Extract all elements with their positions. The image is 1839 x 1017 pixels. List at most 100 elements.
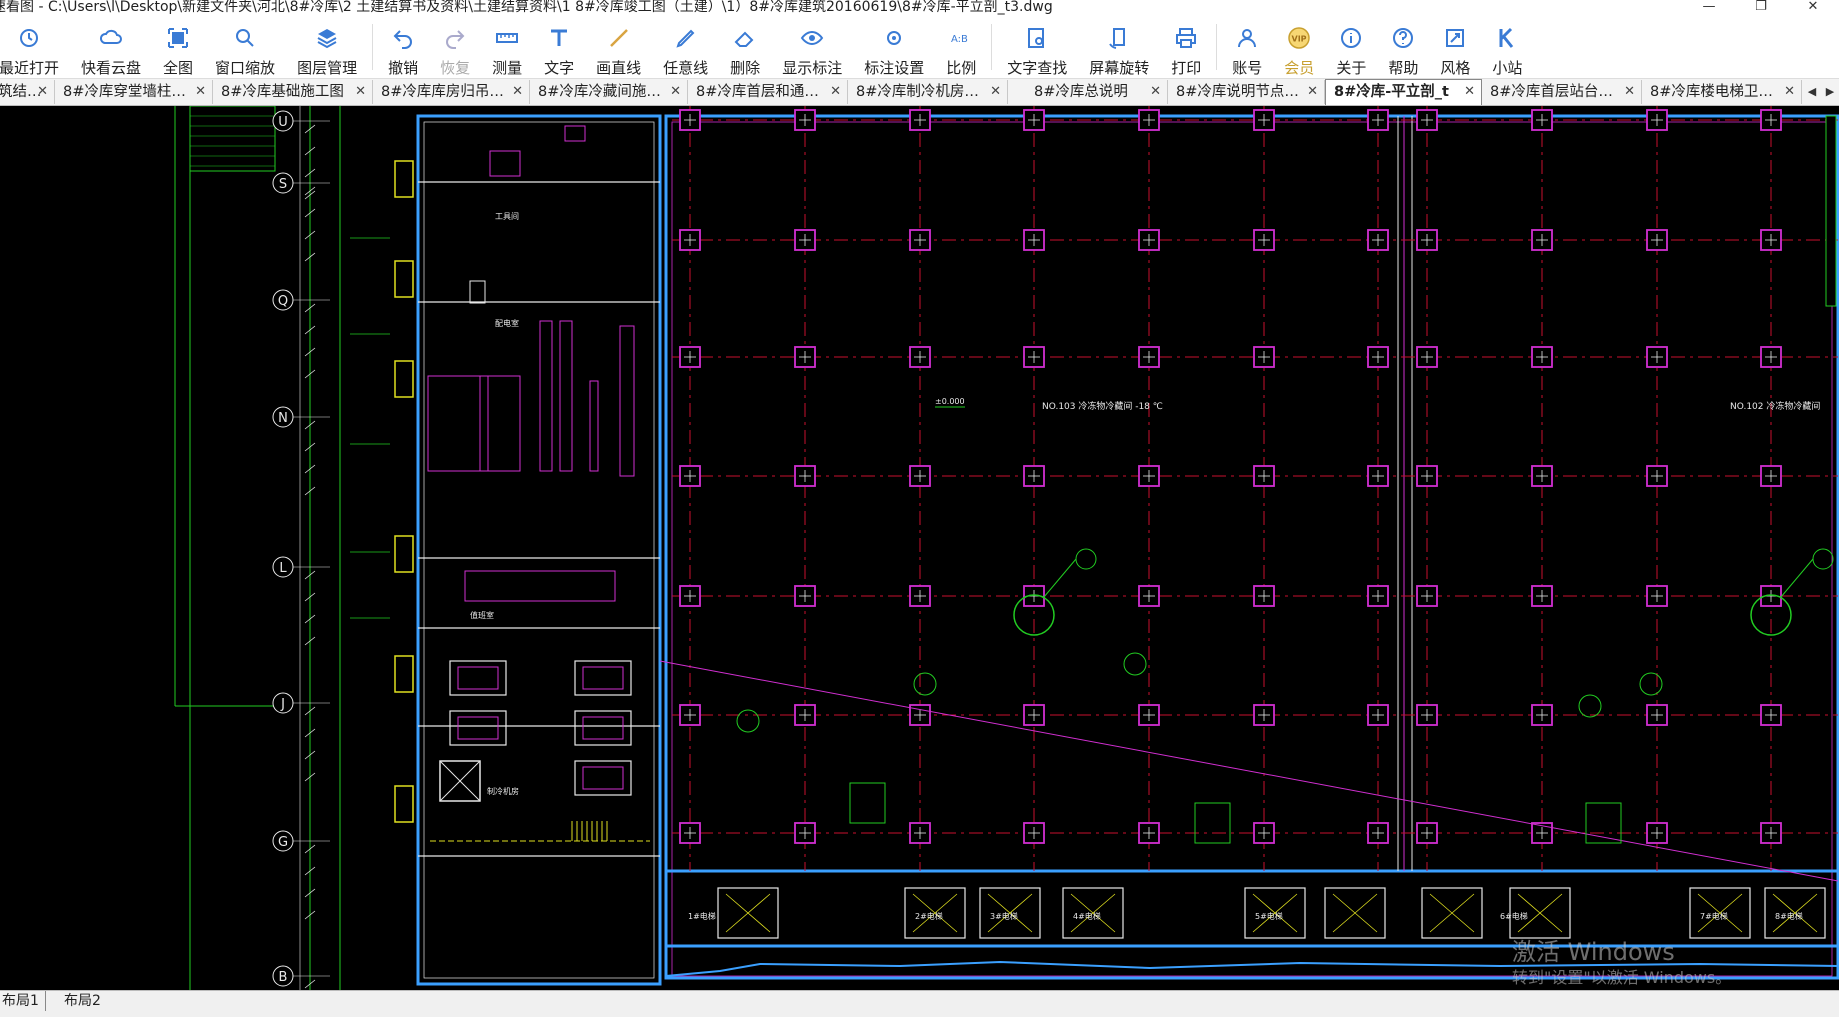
tab-document[interactable]: 8#冷库说明节点… ✕: [1168, 80, 1325, 104]
room-label: 制冷机房: [487, 786, 519, 796]
text-button[interactable]: 文字: [533, 18, 585, 78]
annotation-settings-icon: [881, 25, 907, 51]
tool-label: 测量: [492, 59, 523, 77]
close-icon[interactable]: ✕: [512, 80, 523, 104]
tab-document[interactable]: 8#冷库制冷机房… ✕: [848, 80, 1008, 104]
tool-label: 窗口缩放: [215, 59, 276, 77]
close-icon[interactable]: ✕: [1150, 80, 1161, 104]
elevator-label: 2#电梯: [915, 911, 943, 921]
tab-label: 8#冷库库房归吊…: [381, 84, 504, 100]
measure-button[interactable]: 测量: [481, 18, 533, 78]
tool-label: 会员: [1284, 59, 1315, 77]
tab-document[interactable]: 8#冷库楼电梯卫… ✕: [1642, 80, 1802, 104]
maximize-button[interactable]: ❐: [1735, 0, 1787, 16]
about-button[interactable]: 关于: [1325, 18, 1377, 78]
close-icon[interactable]: ✕: [355, 80, 366, 104]
tab-document[interactable]: 8#冷库穿堂墙柱… ✕: [55, 80, 213, 104]
door-marker: [394, 785, 414, 823]
cloud-icon: [98, 25, 124, 51]
redo-button[interactable]: 恢复: [429, 18, 481, 78]
rotate-screen-button[interactable]: 屏幕旋转: [1078, 18, 1160, 78]
equipment-inner: [457, 666, 499, 690]
room-label: 工具间: [495, 212, 519, 221]
title-bar: 速看图 - C:\Users\l\Desktop\新建文件夹\河北\8#冷库\2…: [0, 0, 1839, 16]
tab-document[interactable]: 8#冷库库房归吊… ✕: [373, 80, 530, 104]
draw-line-button[interactable]: 画直线: [585, 18, 652, 78]
elevator-label: 8#电梯: [1775, 911, 1803, 921]
show-annotation-button[interactable]: 显示标注: [771, 18, 853, 78]
vip-button[interactable]: VIP 会员: [1273, 18, 1325, 78]
close-icon[interactable]: ✕: [1624, 80, 1635, 104]
help-button[interactable]: 帮助: [1377, 18, 1429, 78]
layout-tab-1[interactable]: 布局1: [0, 991, 46, 1011]
tab-scroll-left-icon[interactable]: ◀: [1803, 79, 1821, 105]
close-icon[interactable]: ✕: [1464, 80, 1475, 104]
detail-callout-leader: [1780, 558, 1814, 598]
callout-bubble: [913, 672, 937, 696]
print-button[interactable]: 打印: [1160, 18, 1212, 78]
cloud-disk-button[interactable]: 快看云盘: [70, 18, 152, 78]
panel: [539, 320, 553, 472]
undo-button[interactable]: 撤销: [377, 18, 429, 78]
building-left-wall: [416, 114, 662, 986]
door-marker: [394, 260, 414, 298]
close-icon[interactable]: ✕: [1784, 80, 1795, 104]
text-search-icon: [1024, 25, 1050, 51]
elevator-label: 7#电梯: [1700, 911, 1728, 921]
close-icon[interactable]: ✕: [990, 80, 1001, 104]
tab-document[interactable]: 8#冷库基础施工图 ✕: [213, 80, 373, 104]
window-controls: — ❐ ✕: [1683, 0, 1839, 16]
tab-label: 8#冷库制冷机房…: [856, 84, 979, 100]
recent-open-button[interactable]: 最近打开: [0, 18, 70, 78]
printer-icon: [1173, 25, 1199, 51]
close-button[interactable]: ✕: [1787, 0, 1839, 16]
tool-label: 比例: [946, 59, 977, 77]
panel: [479, 375, 521, 472]
fixture: [489, 150, 521, 177]
close-icon[interactable]: ✕: [37, 80, 48, 104]
fit-all-button[interactable]: 全图: [152, 18, 204, 78]
tab-document[interactable]: 8#冷库总说明 ✕: [1008, 80, 1168, 104]
tab-document[interactable]: 8#冷库冷藏间施… ✕: [530, 80, 688, 104]
close-icon[interactable]: ✕: [195, 80, 206, 104]
tab-document[interactable]: 筑结… ✕: [0, 80, 55, 104]
tab-document[interactable]: 8#冷库首层站台… ✕: [1482, 80, 1642, 104]
close-icon[interactable]: ✕: [830, 80, 841, 104]
mini-site-button[interactable]: 小站: [1481, 18, 1533, 78]
text-search-button[interactable]: 文字查找: [996, 18, 1078, 78]
tool-label: 撤销: [388, 59, 419, 77]
room-name-label: NO.102 冷冻物冷藏间: [1730, 400, 1820, 412]
tab-scroll-right-icon[interactable]: ▶: [1821, 79, 1839, 105]
scale-button[interactable]: A:B 比例: [935, 18, 987, 78]
axis-label: S: [279, 177, 287, 192]
layout-tab-2[interactable]: 布局2: [58, 991, 107, 1011]
close-icon[interactable]: ✕: [670, 80, 681, 104]
callout-bubble: [1578, 694, 1602, 718]
room-name-label: NO.103 冷冻物冷藏间 -18 ℃: [1042, 400, 1163, 412]
panel: [589, 380, 599, 472]
cad-drawing[interactable]: U S Q N L J G B 工具间配电室值班室制冷机房 NO.103 冷冻物冷藏间 -18 ℃…: [0, 106, 1839, 990]
info-icon: [1338, 25, 1364, 51]
minimize-button[interactable]: —: [1683, 0, 1735, 16]
door-marker: [394, 160, 414, 198]
tool-label: 屏幕旋转: [1089, 59, 1150, 77]
style-button[interactable]: 风格: [1429, 18, 1481, 78]
elevator-label: 3#电梯: [990, 911, 1018, 921]
tool-label: 删除: [730, 59, 761, 77]
tab-document[interactable]: 8#冷库首层和通… ✕: [688, 80, 848, 104]
close-icon[interactable]: ✕: [1307, 80, 1318, 104]
main-toolbar: 最近打开 快看云盘 全图 窗口缩放 图层管理 撤销 恢复 测量 文字 画直线 任…: [0, 16, 1839, 79]
rotate-screen-icon: [1106, 25, 1132, 51]
freehand-line-button[interactable]: 任意线: [652, 18, 719, 78]
building-inner-wall: [423, 121, 655, 979]
detail-callout-bubble: [1075, 548, 1097, 570]
delete-button[interactable]: 删除: [719, 18, 771, 78]
cad-drawing-canvas[interactable]: U S Q N L J G B 工具间 配电室 值班室 制冷机房 NO.103 冷冻物冷藏间 -18 ℃…: [0, 106, 1839, 990]
window-zoom-button[interactable]: 窗口缩放: [204, 18, 286, 78]
account-button[interactable]: 账号: [1221, 18, 1273, 78]
annotation-settings-button[interactable]: 标注设置: [853, 18, 935, 78]
layer-manager-button[interactable]: 图层管理: [286, 18, 368, 78]
line-icon: [606, 25, 632, 51]
tool-label: 打印: [1171, 59, 1202, 77]
tab-active-document[interactable]: 8#冷库-平立剖_t ✕: [1325, 79, 1482, 105]
